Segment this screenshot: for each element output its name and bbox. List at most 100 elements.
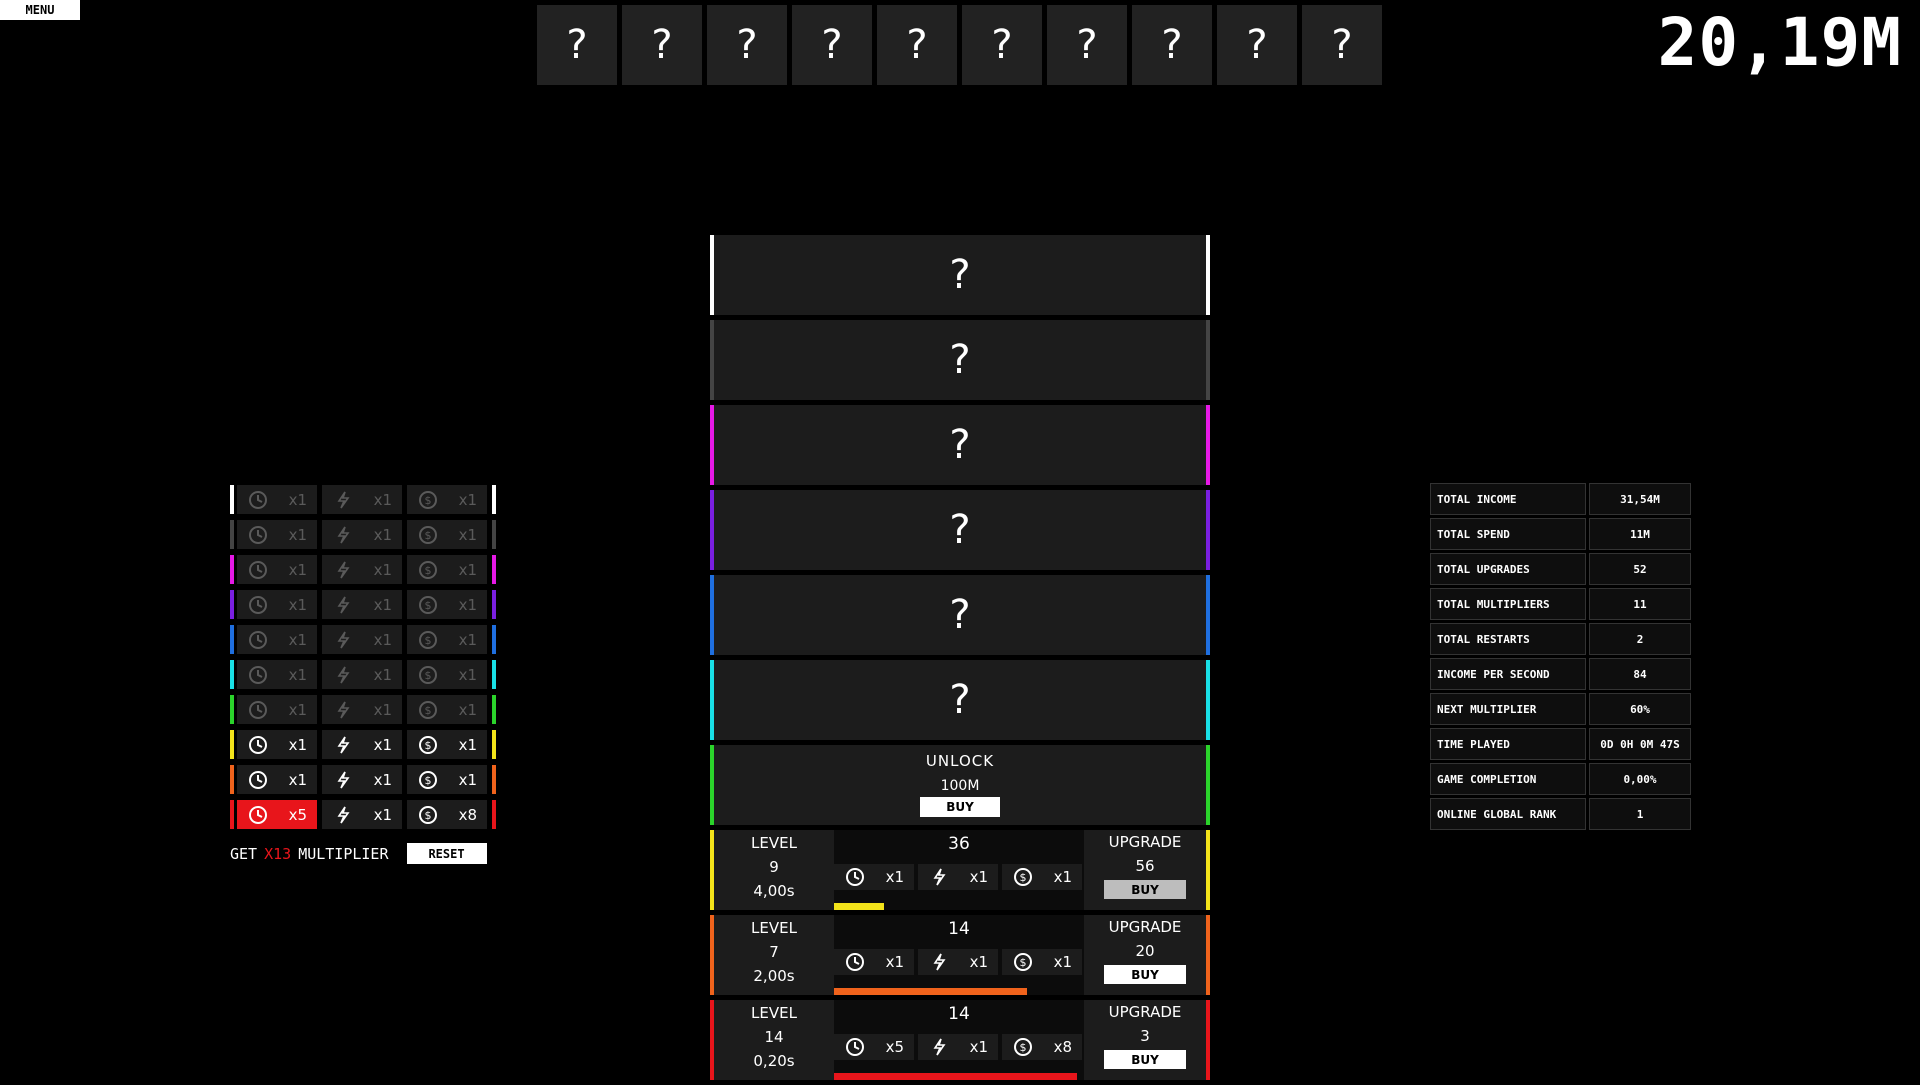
stat-value: 31,54M — [1589, 483, 1691, 515]
unlock-buy-button[interactable]: BUY — [920, 797, 1000, 817]
progress-bar — [834, 988, 1027, 995]
unlock-level-panel: UNLOCK 100M BUY — [710, 745, 1210, 825]
row-color-bar — [492, 520, 496, 549]
svg-text:$: $ — [424, 809, 431, 822]
multiplier-value: x1 — [373, 735, 393, 754]
multiplier-value: x1 — [458, 770, 478, 789]
row-color-bar — [230, 730, 234, 759]
stat-label: INCOME PER SECOND — [1430, 658, 1586, 690]
reset-button[interactable]: RESET — [406, 843, 487, 864]
svg-text:$: $ — [424, 739, 431, 752]
multiplier-cell: $ x1 — [407, 765, 487, 794]
top-slot[interactable]: ? — [877, 5, 957, 85]
multiplier-value: x1 — [458, 595, 478, 614]
clock-icon — [247, 699, 269, 721]
locked-level: ? — [710, 660, 1210, 740]
svg-text:$: $ — [1019, 1041, 1026, 1054]
level-number: 14 — [764, 1028, 784, 1046]
row-color-bar — [492, 765, 496, 794]
multiplier-value: x1 — [373, 595, 393, 614]
clock-icon — [247, 734, 269, 756]
multiplier-value: x1 — [288, 490, 308, 509]
row-color-bar — [492, 660, 496, 689]
stat-row: TIME PLAYED 0D 0H 0M 47S — [1430, 728, 1691, 760]
coin-icon: $ — [417, 594, 439, 616]
row-color-bar — [230, 590, 234, 619]
clock-icon — [844, 866, 866, 888]
bolt-icon — [928, 1036, 950, 1058]
multiplier-value: x1 — [969, 953, 989, 971]
multiplier-value: x5 — [288, 805, 308, 824]
top-slot[interactable]: ? — [1047, 5, 1127, 85]
upgrade-label: UPGRADE — [1108, 918, 1182, 936]
top-slot[interactable]: ? — [792, 5, 872, 85]
multiplier-cell: x1 — [237, 520, 317, 549]
level-label: LEVEL — [751, 919, 797, 937]
coin-icon: $ — [417, 489, 439, 511]
multiplier-value: x1 — [288, 560, 308, 579]
level-label: LEVEL — [751, 1004, 797, 1022]
multiplier-value: x1 — [288, 665, 308, 684]
active-level-row: LEVEL 9 4,00s 36 x1 x1 $ x1 UPGRADE 56 BU… — [710, 830, 1210, 910]
multiplier-cell: x1 — [322, 555, 402, 584]
top-slot[interactable]: ? — [1217, 5, 1297, 85]
speed-multiplier: x5 — [834, 1034, 914, 1060]
top-slot[interactable]: ? — [962, 5, 1042, 85]
coin-icon: $ — [417, 629, 439, 651]
multiplier-cell: $ x1 — [407, 730, 487, 759]
multiplier-cell: x1 — [322, 625, 402, 654]
svg-text:$: $ — [1019, 956, 1026, 969]
multiplier-value: x1 — [373, 770, 393, 789]
multiplier-value: x1 — [458, 665, 478, 684]
upgrade-buy-button[interactable]: BUY — [1104, 965, 1186, 984]
level-income: 14 — [948, 919, 970, 939]
svg-text:$: $ — [424, 704, 431, 717]
level-core[interactable]: 36 x1 x1 $ x1 — [834, 830, 1084, 910]
multiplier-cell: x5 — [237, 800, 317, 829]
upgrade-section: UPGRADE 3 BUY — [1084, 1000, 1206, 1080]
multiplier-cell: $ x1 — [407, 660, 487, 689]
multiplier-value: x1 — [373, 525, 393, 544]
row-color-bar — [230, 695, 234, 724]
locked-level: ? — [710, 490, 1210, 570]
multiplier-cell: x1 — [237, 730, 317, 759]
svg-text:$: $ — [424, 669, 431, 682]
stat-value: 0,00% — [1589, 763, 1691, 795]
level-income: 14 — [948, 1004, 970, 1024]
top-slot[interactable]: ? — [1132, 5, 1212, 85]
active-level-row: LEVEL 7 2,00s 14 x1 x1 $ x1 UPGRADE 20 BU… — [710, 915, 1210, 995]
row-color-bar — [492, 695, 496, 724]
level-core[interactable]: 14 x1 x1 $ x1 — [834, 915, 1084, 995]
level-label: LEVEL — [751, 834, 797, 852]
stat-value: 52 — [1589, 553, 1691, 585]
speed-multiplier: x1 — [834, 949, 914, 975]
row-color-bar — [230, 625, 234, 654]
multiplier-cell: $ x1 — [407, 590, 487, 619]
upgrade-buy-button[interactable]: BUY — [1104, 880, 1186, 899]
top-slot[interactable]: ? — [707, 5, 787, 85]
multiplier-value: x1 — [288, 525, 308, 544]
top-slot[interactable]: ? — [1302, 5, 1382, 85]
menu-button[interactable]: MENU — [0, 0, 80, 20]
locked-level-label: ? — [949, 337, 971, 383]
multiplier-panel-row: x1 x1 $ x1 — [230, 660, 496, 689]
svg-text:$: $ — [1019, 871, 1026, 884]
row-color-bar — [492, 800, 496, 829]
stat-row: TOTAL INCOME 31,54M — [1430, 483, 1691, 515]
coin-icon: $ — [417, 769, 439, 791]
level-core[interactable]: 14 x5 x1 $ x8 — [834, 1000, 1084, 1080]
top-slot[interactable]: ? — [537, 5, 617, 85]
multiplier-cell: x1 — [322, 695, 402, 724]
coin-icon: $ — [417, 664, 439, 686]
get-prefix: GET — [230, 844, 258, 863]
multiplier-cell: $ x1 — [407, 695, 487, 724]
multiplier-value: x1 — [1053, 868, 1073, 886]
multiplier-cell: x1 — [237, 555, 317, 584]
power-multiplier: x1 — [918, 864, 998, 890]
level-time: 2,00s — [753, 967, 795, 985]
clock-icon — [247, 664, 269, 686]
stat-label: GAME COMPLETION — [1430, 763, 1586, 795]
clock-icon — [247, 629, 269, 651]
top-slot[interactable]: ? — [622, 5, 702, 85]
upgrade-buy-button[interactable]: BUY — [1104, 1050, 1186, 1069]
